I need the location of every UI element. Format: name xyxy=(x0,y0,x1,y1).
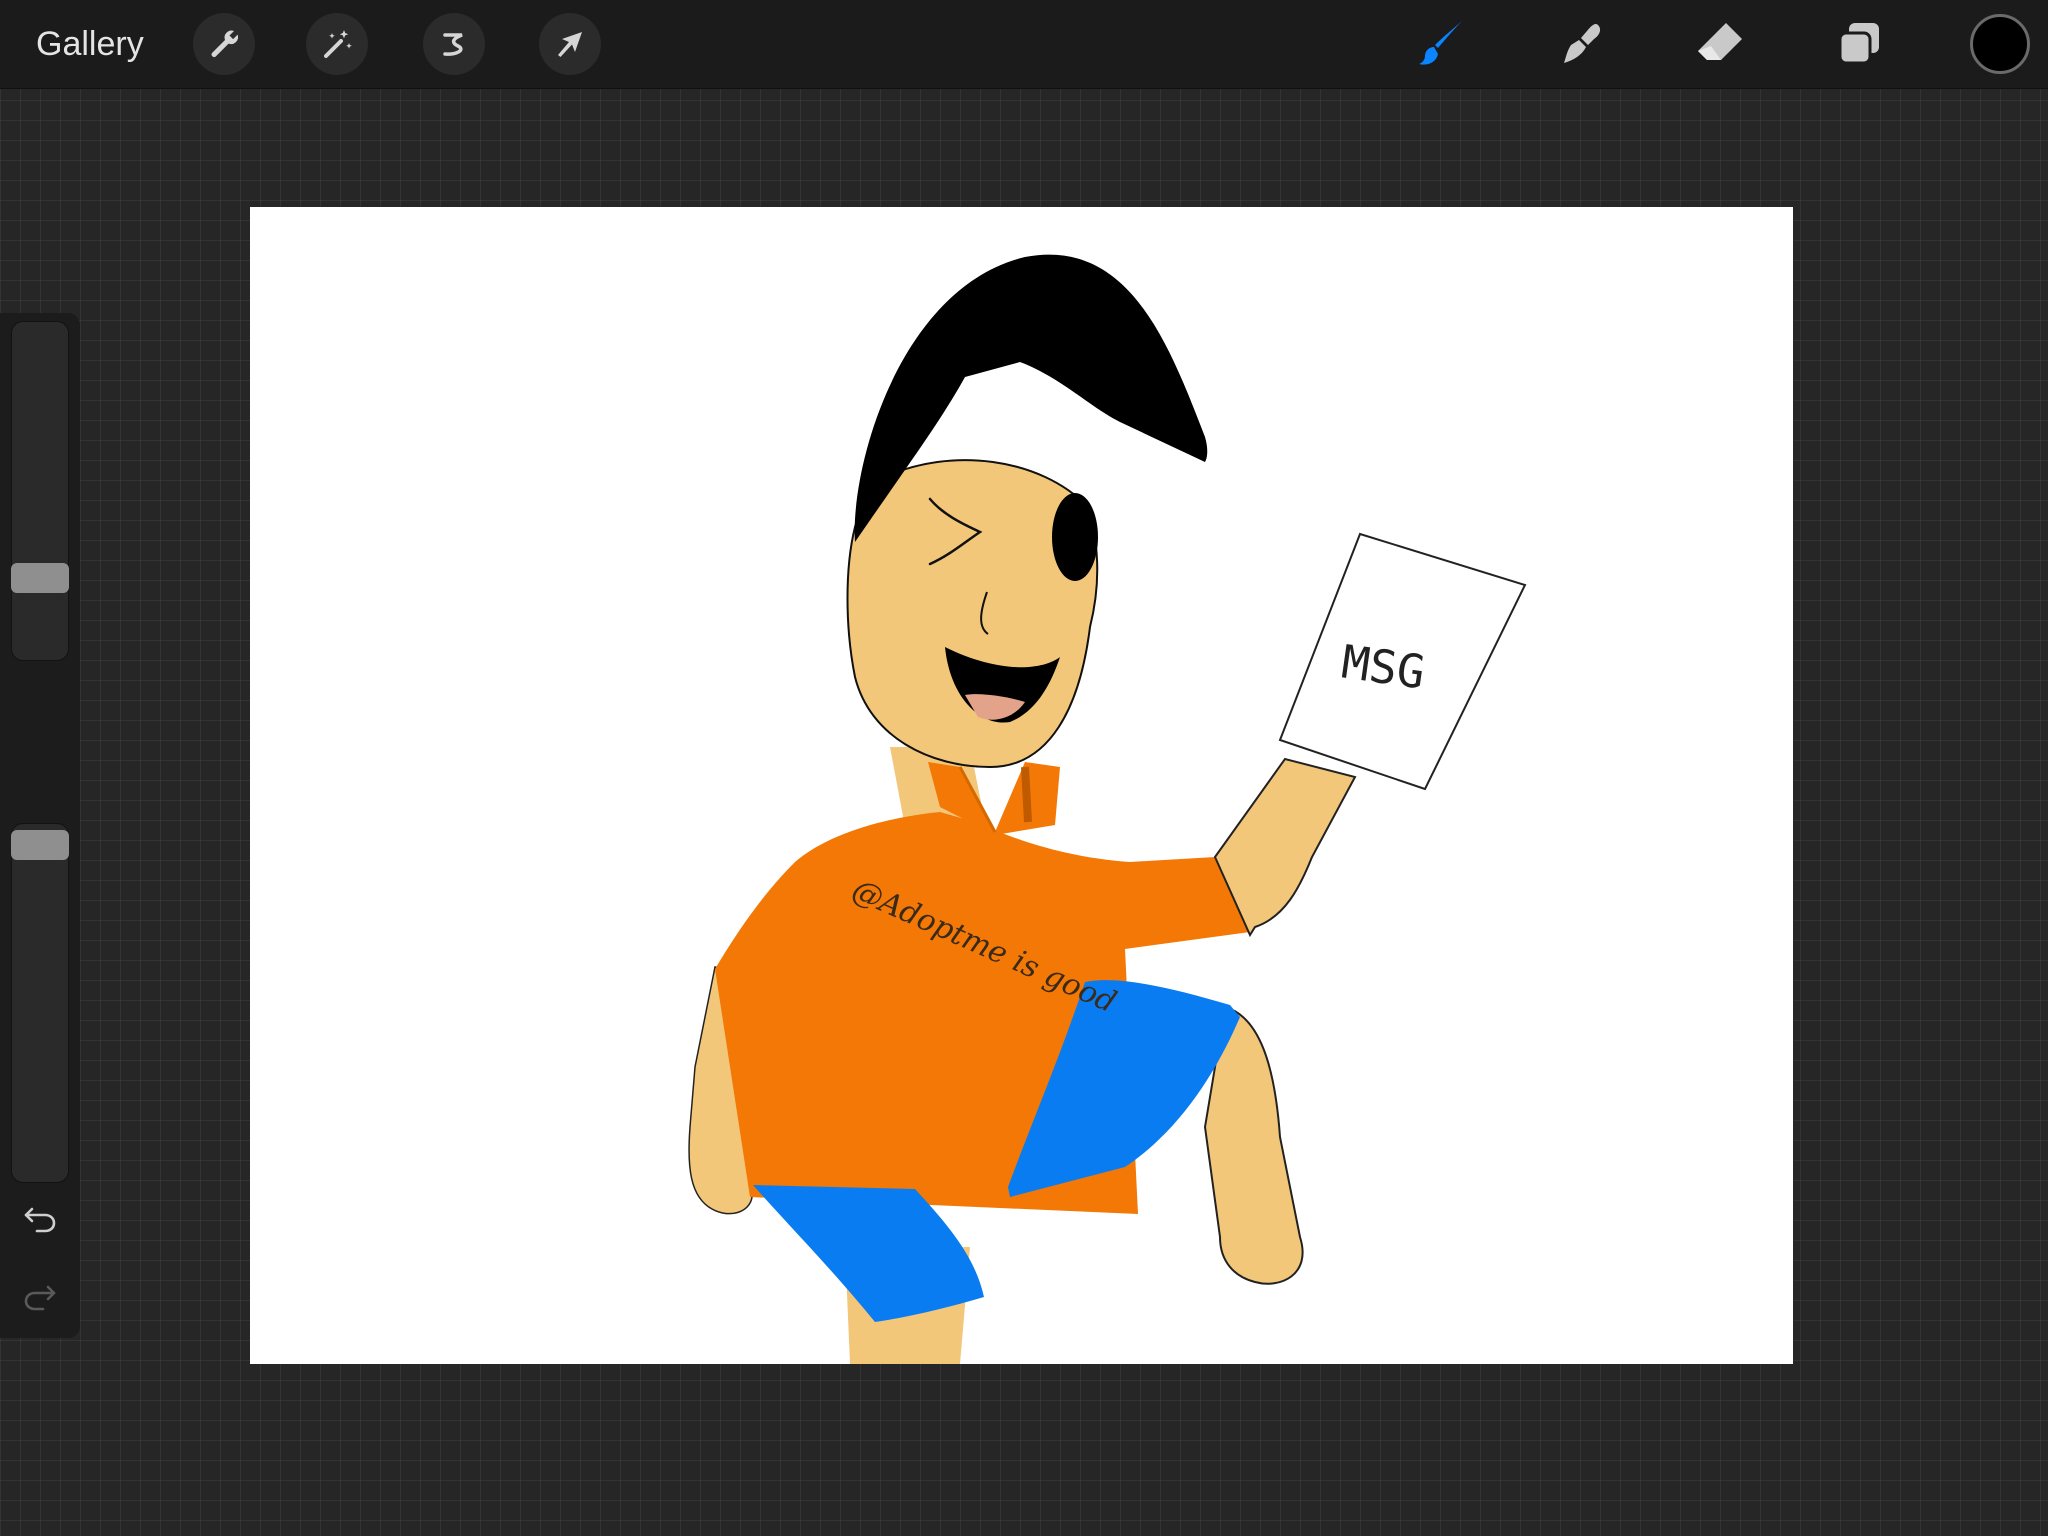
artwork: MSG @Adoptme is good xyxy=(688,254,1527,1364)
wrench-icon xyxy=(211,30,239,58)
layers-icon xyxy=(1838,23,1879,65)
smudge-icon xyxy=(1564,23,1601,63)
left-sidebar xyxy=(0,313,80,1338)
drawing-canvas[interactable]: MSG @Adoptme is good xyxy=(250,207,1793,1364)
top-toolbar: Gallery xyxy=(0,0,2048,89)
gallery-button[interactable]: Gallery xyxy=(36,22,144,66)
redo-button[interactable] xyxy=(20,1278,60,1318)
opacity-slider[interactable] xyxy=(11,823,69,1183)
layers-button[interactable] xyxy=(1829,14,1889,74)
brush-icon xyxy=(1419,21,1462,65)
transform-button[interactable] xyxy=(539,13,601,75)
undo-button[interactable] xyxy=(20,1200,60,1240)
selection-icon xyxy=(443,33,463,56)
magic-wand-icon xyxy=(324,30,352,58)
brush-size-slider[interactable] xyxy=(11,321,69,661)
opacity-slider-thumb[interactable] xyxy=(11,829,69,860)
selection-button[interactable] xyxy=(423,13,485,75)
brush-tool-button[interactable] xyxy=(1411,14,1471,74)
adjustments-button[interactable] xyxy=(306,13,368,75)
undo-icon xyxy=(24,1207,56,1233)
eraser-icon xyxy=(1698,23,1742,60)
smudge-tool-button[interactable] xyxy=(1551,14,1611,74)
eraser-tool-button[interactable] xyxy=(1690,14,1750,74)
brush-size-slider-thumb[interactable] xyxy=(11,562,69,593)
redo-icon xyxy=(24,1285,56,1311)
open-eye xyxy=(1052,493,1098,581)
actions-button[interactable] xyxy=(193,13,255,75)
color-picker-button[interactable] xyxy=(1970,14,2030,74)
paper-text: MSG xyxy=(1338,634,1428,699)
transform-arrow-icon xyxy=(558,32,582,57)
